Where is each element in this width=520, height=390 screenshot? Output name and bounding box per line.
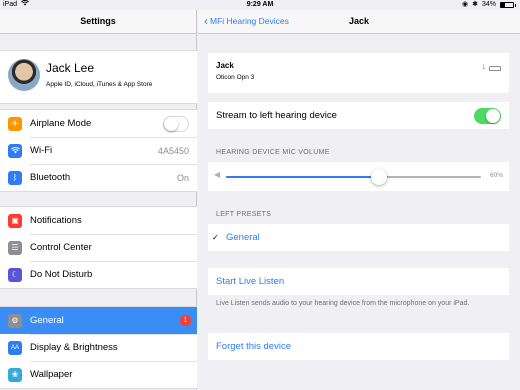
forget-device-button[interactable]: Forget this device — [208, 333, 509, 360]
control-center-icon: ☰ — [8, 240, 22, 255]
battery-icon — [489, 65, 501, 71]
bluetooth-value: On — [176, 172, 189, 183]
sidebar-item-airplane-mode[interactable]: ✈ Airplane Mode — [0, 110, 197, 137]
airplane-mode-toggle[interactable] — [163, 115, 189, 132]
sidebar-item-label: Wallpaper — [30, 369, 73, 380]
moon-icon: ☾ — [8, 267, 22, 282]
wallpaper-icon: ❀ — [8, 367, 22, 382]
forget-device-label: Forget this device — [216, 341, 291, 352]
profile-name: Jack Lee — [46, 61, 95, 75]
stream-row: Stream to left hearing device — [208, 102, 509, 129]
profile-subtitle: Apple ID, iCloud, iTunes & App Store — [46, 81, 153, 88]
sidebar-item-label: Do Not Disturb — [30, 269, 93, 280]
wifi-network-value: 4A5450 — [157, 145, 189, 156]
location-icon: ◉ — [462, 1, 469, 8]
mic-volume-card: ◀ 60% — [208, 162, 509, 191]
sidebar-item-label: Display & Brightness — [30, 342, 118, 353]
battery-percent: 34% — [481, 1, 496, 8]
sidebar-item-general[interactable]: ⚙ General 1 — [0, 307, 197, 334]
sidebar-item-wallpaper[interactable]: ❀ Wallpaper — [0, 361, 197, 388]
device-model: Oticon Opn 3 — [216, 74, 255, 81]
sidebar-item-label: Bluetooth — [30, 172, 71, 183]
hearing-device-detail: ‹ MFi Hearing Devices Jack Jack Oticon O… — [198, 10, 520, 390]
apple-id-profile[interactable]: Jack Lee Apple ID, iCloud, iTunes & App … — [0, 50, 197, 104]
presets-header: LEFT PRESETS — [216, 211, 272, 218]
avatar — [8, 59, 40, 91]
mic-volume-header: HEARING DEVICE MIC VOLUME — [216, 149, 330, 156]
checkmark-icon: ✓ — [212, 233, 219, 242]
clock: 9:29 AM — [246, 1, 274, 8]
preset-row-general[interactable]: ✓ General — [208, 224, 509, 251]
battery-icon — [500, 2, 514, 8]
live-listen-label: Start Live Listen — [216, 276, 285, 287]
chevron-left-icon: ‹ — [204, 14, 208, 28]
status-bar: iPad 9:29 AM ◉ ✱ 34% — [0, 0, 520, 10]
live-listen-footer: Live Listen sends audio to your hearing … — [216, 300, 470, 307]
update-badge: 1 — [180, 315, 191, 326]
slider-fill — [226, 176, 379, 178]
sidebar-item-label: General — [30, 315, 64, 326]
sidebar-item-bluetooth[interactable]: ᛒ Bluetooth On — [0, 164, 197, 191]
sidebar-item-do-not-disturb[interactable]: ☾ Do Not Disturb — [0, 261, 197, 288]
display-icon: AA — [8, 340, 22, 355]
sidebar-item-wifi[interactable]: Wi-Fi 4A5450 — [0, 137, 197, 164]
sidebar-item-label: Control Center — [30, 242, 92, 253]
sidebar-item-display-brightness[interactable]: AA Display & Brightness — [0, 334, 197, 361]
stream-label: Stream to left hearing device — [216, 110, 337, 121]
sidebar-item-label: Notifications — [30, 215, 82, 226]
start-live-listen-button[interactable]: Start Live Listen — [208, 268, 509, 295]
bluetooth-icon: ᛒ — [8, 170, 22, 185]
device-info-card: Jack Oticon Opn 3 L — [208, 53, 509, 93]
sidebar-title: Settings — [0, 10, 196, 34]
settings-sidebar: Settings Jack Lee Apple ID, iCloud, iTun… — [0, 10, 197, 390]
slider-thumb[interactable] — [371, 169, 387, 185]
notifications-icon: ▣ — [8, 213, 22, 228]
mic-volume-slider[interactable] — [226, 169, 481, 185]
gear-icon: ⚙ — [8, 313, 22, 328]
sidebar-item-notifications[interactable]: ▣ Notifications — [0, 207, 197, 234]
mic-volume-value: 60% — [489, 172, 503, 179]
settings-group-general: ⚙ General 1 AA Display & Brightness ❀ Wa… — [0, 306, 197, 389]
sidebar-item-label: Airplane Mode — [30, 118, 92, 129]
device-battery: L — [483, 65, 501, 71]
bluetooth-icon: ✱ — [472, 1, 478, 8]
settings-group-connectivity: ✈ Airplane Mode Wi-Fi 4A5450 ᛒ Bluetooth… — [0, 109, 197, 192]
device-side-label: L — [482, 65, 486, 71]
speaker-icon: ◀ — [214, 170, 221, 179]
sidebar-item-label: Wi-Fi — [30, 145, 53, 156]
back-button[interactable]: ‹ MFi Hearing Devices — [204, 10, 289, 32]
settings-group-notifications: ▣ Notifications ☰ Control Center ☾ Do No… — [0, 206, 197, 289]
wifi-icon — [8, 143, 22, 158]
sidebar-item-control-center[interactable]: ☰ Control Center — [0, 234, 197, 261]
device-name: Jack — [216, 61, 234, 70]
stream-toggle[interactable] — [474, 107, 501, 124]
detail-nav-bar: ‹ MFi Hearing Devices Jack — [198, 10, 520, 34]
back-button-label: MFi Hearing Devices — [210, 16, 289, 26]
airplane-icon: ✈ — [8, 116, 22, 131]
preset-label: General — [226, 232, 260, 243]
